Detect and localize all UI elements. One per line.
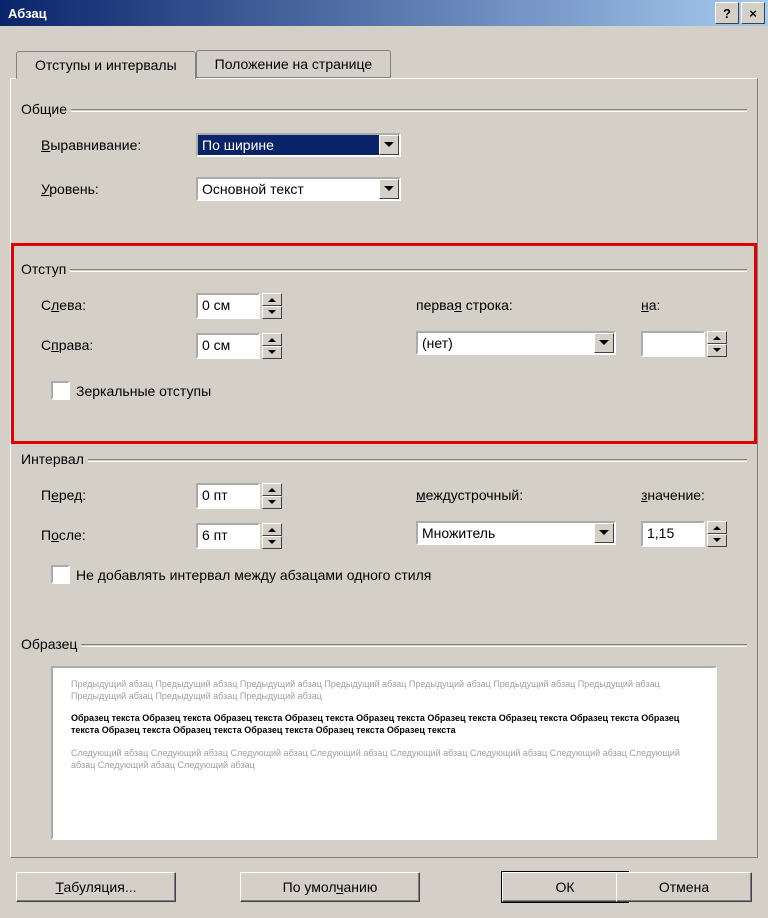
spin-down-icon[interactable]: [262, 536, 282, 549]
linespacing-combo[interactable]: Множитель: [416, 521, 616, 545]
linespacing-label: междустрочный:: [416, 487, 523, 503]
spacing-before-spinner[interactable]: 0 пт: [196, 483, 282, 509]
preview-next-text: Следующий абзац Следующий абзац Следующи…: [71, 747, 697, 771]
alignment-label: Выравнивание:: [41, 137, 141, 153]
cancel-button[interactable]: Отмена: [616, 872, 752, 902]
dropdown-arrow-icon[interactable]: [379, 179, 399, 199]
dropdown-arrow-icon[interactable]: [379, 135, 399, 155]
checkbox-box-icon: [51, 565, 70, 584]
tab-pageflow[interactable]: Положение на странице: [196, 50, 391, 78]
window-title: Абзац: [8, 6, 47, 21]
default-button[interactable]: По умолчанию: [240, 872, 420, 902]
paragraph-dialog: Абзац ? × Отступы и интервалы Положение …: [0, 0, 768, 918]
spin-up-icon[interactable]: [262, 483, 282, 496]
tabs-button[interactable]: Табуляция...: [16, 872, 176, 902]
highlight-rectangle: [11, 243, 757, 444]
level-label: Уровень:: [41, 181, 99, 197]
close-button[interactable]: ×: [741, 2, 765, 24]
preview-prev-text: Предыдущий абзац Предыдущий абзац Предыд…: [71, 678, 697, 702]
preview-sample-text: Образец текста Образец текста Образец те…: [71, 712, 697, 736]
help-button[interactable]: ?: [715, 2, 739, 24]
title-bar: Абзац ? ×: [0, 0, 768, 26]
group-spacing-legend: Интервал: [21, 451, 88, 467]
noadd-space-checkbox[interactable]: Не добавлять интервал между абзацами одн…: [51, 565, 431, 584]
linespacing-at-spinner[interactable]: 1,15: [641, 521, 727, 547]
group-preview-legend: Образец: [21, 636, 81, 652]
alignment-combo[interactable]: По ширине: [196, 133, 401, 157]
linespacing-at-label: значение:: [641, 487, 705, 503]
tab-indents[interactable]: Отступы и интервалы: [16, 51, 196, 79]
spacing-after-spinner[interactable]: 6 пт: [196, 523, 282, 549]
group-general-legend: Общие: [21, 101, 71, 117]
level-combo[interactable]: Основной текст: [196, 177, 401, 201]
spin-up-icon[interactable]: [262, 523, 282, 536]
spin-down-icon[interactable]: [707, 534, 727, 547]
tab-page: Общие Выравнивание: По ширине Уровень: О…: [10, 78, 758, 858]
preview-box: Предыдущий абзац Предыдущий абзац Предыд…: [51, 666, 717, 840]
dropdown-arrow-icon[interactable]: [594, 523, 614, 543]
spin-down-icon[interactable]: [262, 496, 282, 509]
tab-strip: Отступы и интервалы Положение на страниц…: [16, 50, 391, 78]
spin-up-icon[interactable]: [707, 521, 727, 534]
ok-button[interactable]: ОК: [502, 872, 628, 902]
spacing-before-label: Перед:: [41, 487, 86, 503]
spacing-after-label: После:: [41, 527, 86, 543]
